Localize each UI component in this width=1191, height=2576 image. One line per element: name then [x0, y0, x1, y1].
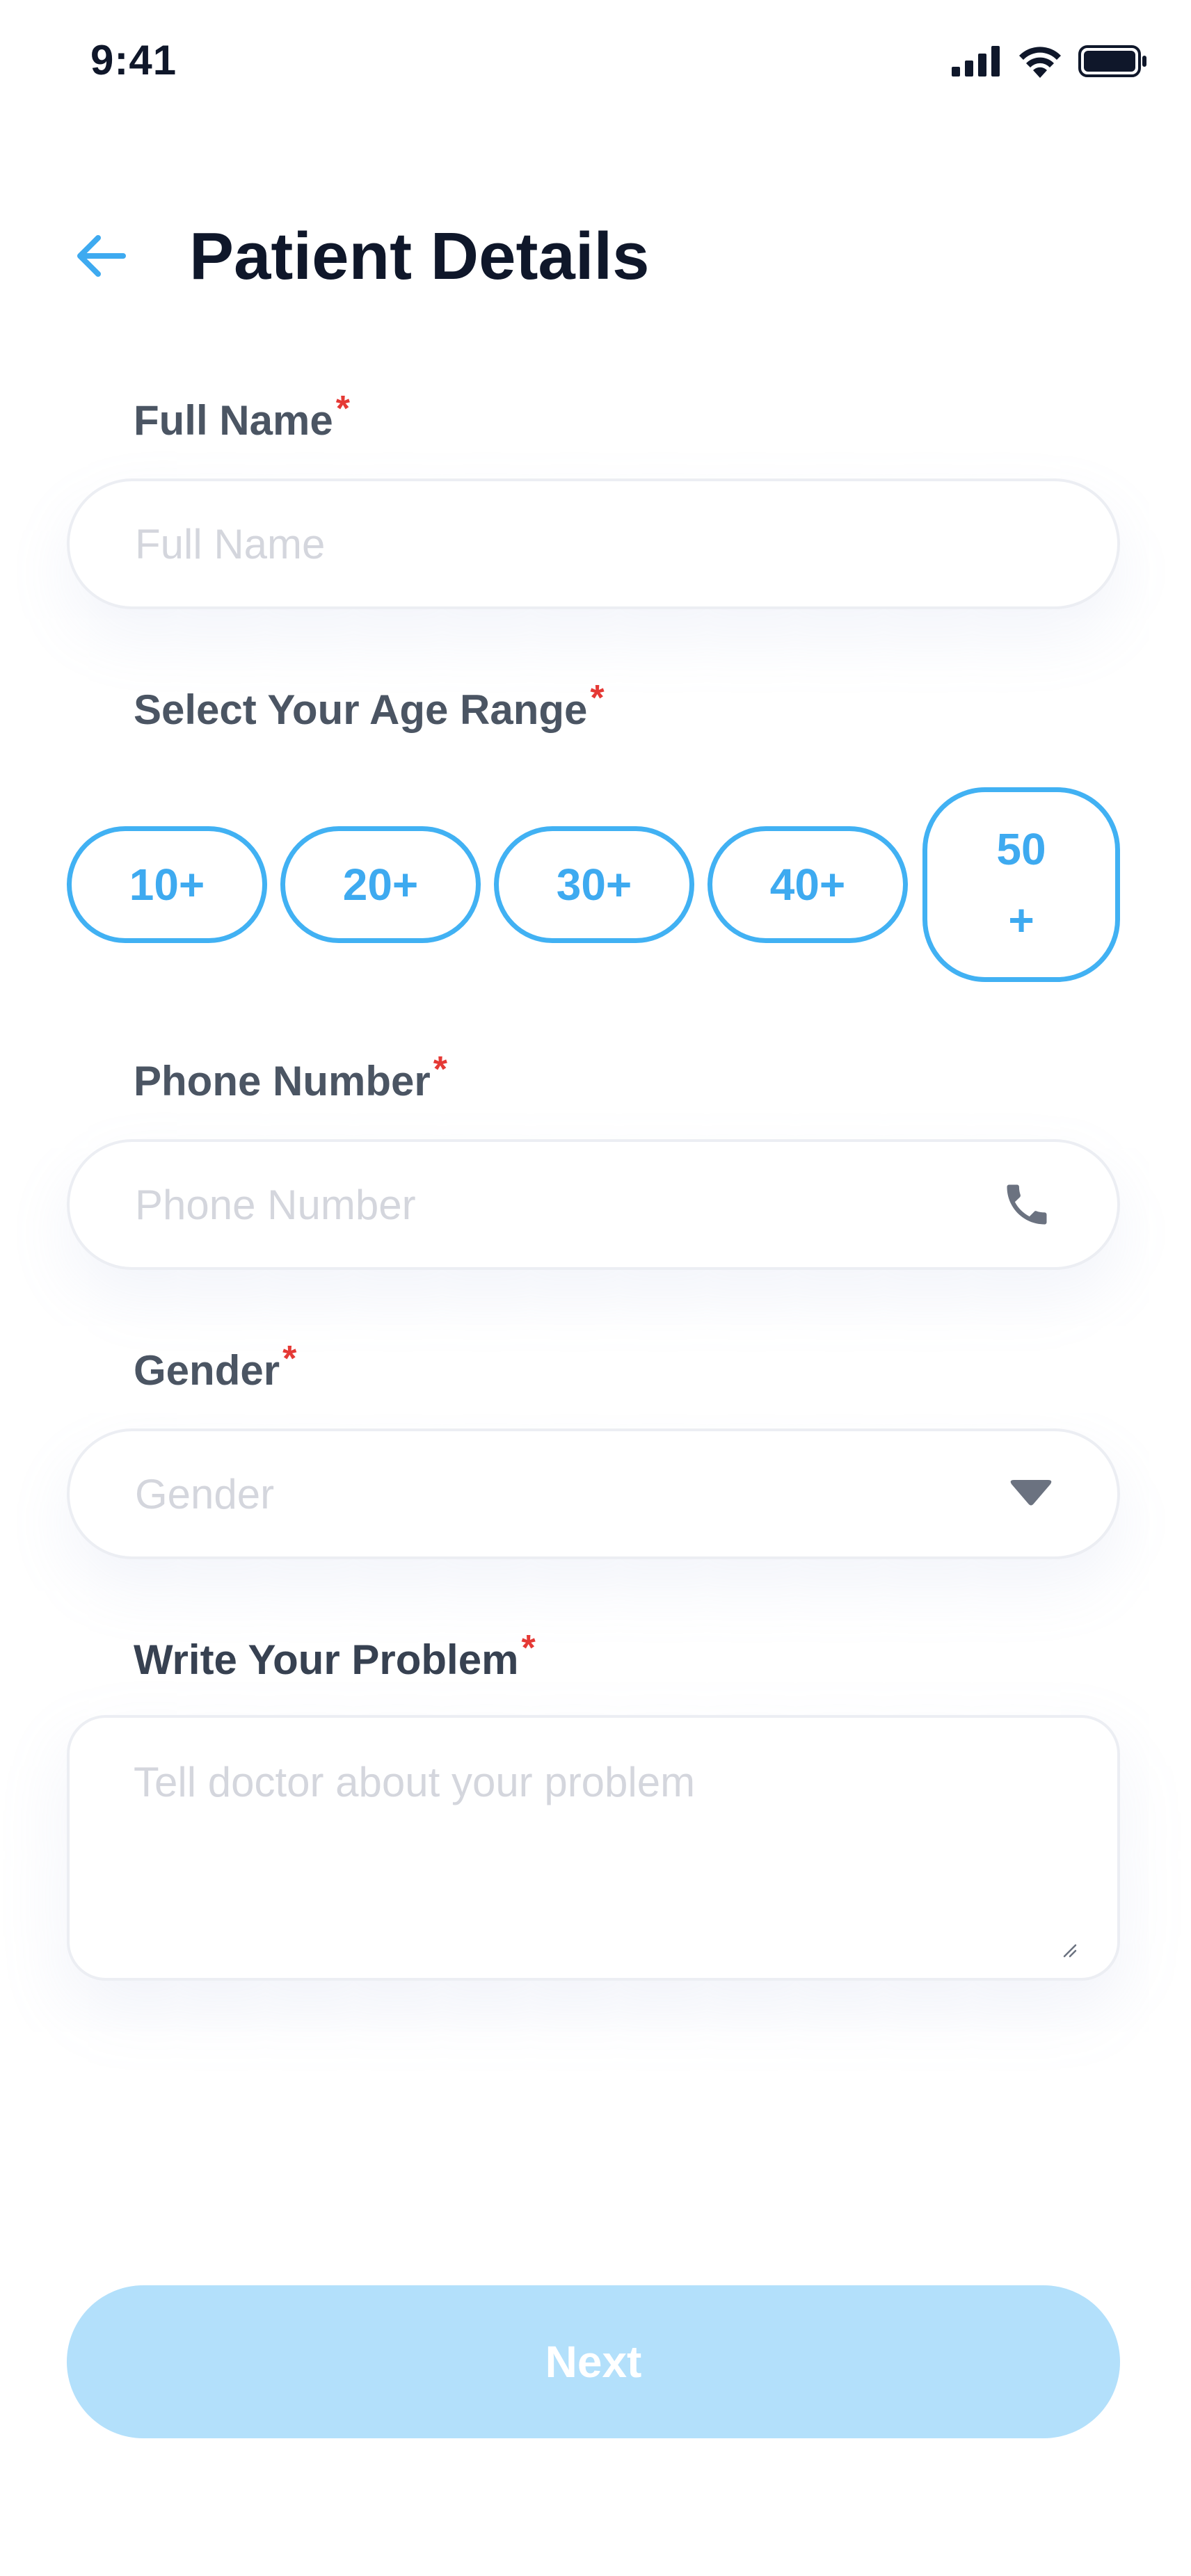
age-option-50-bottom: + [1008, 895, 1034, 945]
gender-select[interactable]: Gender [67, 1428, 1120, 1559]
next-button[interactable]: Next [67, 2285, 1120, 2438]
full-name-input[interactable] [70, 481, 1117, 606]
page-title: Patient Details [189, 219, 650, 293]
cellular-signal-icon [952, 46, 1002, 80]
problem-label: Write Your Problem* [134, 1628, 536, 1684]
age-range-options: 10+ 20+ 30+ 40+ 50 + [67, 787, 1120, 982]
back-button[interactable] [70, 230, 132, 285]
age-option-20[interactable]: 20+ [280, 826, 481, 943]
problem-field[interactable] [67, 1715, 1120, 1981]
arrow-left-icon [74, 234, 127, 282]
problem-label-text: Write Your Problem [134, 1636, 519, 1683]
problem-textarea[interactable] [70, 1718, 1117, 1978]
phone-icon [1000, 1178, 1053, 1231]
gender-label: Gender* [134, 1339, 296, 1394]
required-marker: * [521, 1628, 536, 1668]
required-marker: * [282, 1339, 297, 1379]
full-name-label: Full Name* [134, 389, 350, 444]
header: Patient Details [0, 209, 1191, 306]
age-option-40[interactable]: 40+ [708, 826, 908, 943]
full-name-field[interactable] [67, 478, 1120, 609]
battery-icon [1078, 45, 1148, 81]
caret-down-icon[interactable] [1009, 1480, 1053, 1508]
resize-handle-icon[interactable] [1062, 1942, 1078, 1963]
age-option-50[interactable]: 50 + [922, 787, 1120, 982]
status-time: 9:41 [90, 37, 177, 83]
phone-field[interactable] [67, 1139, 1120, 1270]
age-option-30[interactable]: 30+ [494, 826, 694, 943]
required-marker: * [433, 1049, 447, 1090]
age-range-label: Select Your Age Range* [134, 678, 605, 734]
required-marker: * [590, 678, 605, 718]
age-option-10[interactable]: 10+ [67, 826, 267, 943]
wifi-icon [1017, 45, 1063, 81]
status-bar: 9:41 [0, 0, 1191, 125]
gender-select-value: Gender [135, 1470, 275, 1518]
phone-input[interactable] [70, 1142, 1117, 1267]
phone-label: Phone Number* [134, 1049, 447, 1105]
age-range-label-text: Select Your Age Range [134, 686, 588, 733]
gender-label-text: Gender [134, 1347, 280, 1394]
status-icons [952, 45, 1148, 81]
full-name-label-text: Full Name [134, 397, 333, 444]
age-option-50-top: 50 [996, 824, 1046, 874]
required-marker: * [335, 389, 350, 429]
phone-label-text: Phone Number [134, 1058, 431, 1104]
